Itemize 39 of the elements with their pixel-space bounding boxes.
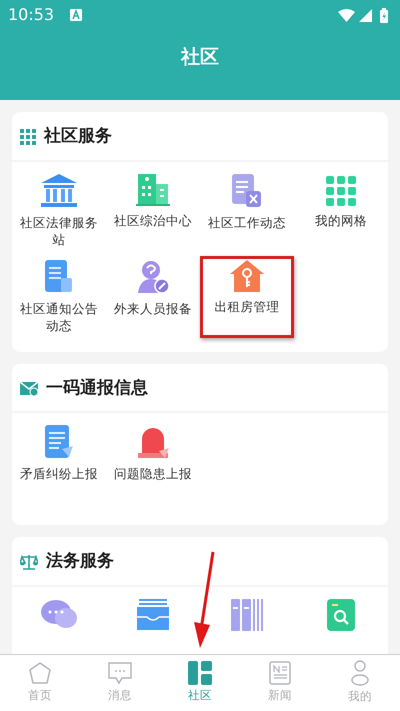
service-tile[interactable]: 矛盾纠纷上报: [12, 421, 106, 511]
service-tile[interactable]: 社区工作动态: [200, 170, 294, 252]
user-question-icon: [136, 260, 170, 294]
service-tile[interactable]: 出租房管理: [200, 256, 294, 338]
section-title: 社区服务: [44, 125, 112, 148]
building-icon: [136, 174, 170, 206]
page-title: 社区: [180, 45, 220, 70]
document-icon: [44, 425, 74, 459]
news-icon: [269, 661, 291, 686]
message-icon: [107, 661, 133, 686]
scale-icon: [20, 554, 38, 570]
tray-icon[interactable]: [136, 598, 170, 630]
section-title: 一码通报信息: [46, 376, 148, 400]
bank-icon: [40, 174, 78, 208]
service-tile[interactable]: 我的网格: [294, 170, 388, 252]
grid-icon: [20, 128, 36, 145]
binders-icon[interactable]: [231, 598, 263, 630]
magnifier-icon[interactable]: [327, 598, 355, 630]
grid-icon: [326, 174, 356, 206]
signal-icon: [359, 8, 372, 22]
document-icon: [45, 260, 73, 294]
envelope-icon: [20, 380, 38, 396]
house-key-icon: [230, 260, 264, 292]
chat-bubble-icon[interactable]: [40, 598, 78, 630]
home-icon: [28, 661, 52, 686]
user-icon: [351, 660, 369, 686]
battery-icon: [380, 8, 388, 22]
service-tile[interactable]: 社区综治中心: [106, 170, 200, 252]
section-title: 法务服务: [46, 550, 114, 573]
status-time: 10:53: [8, 4, 54, 26]
service-tile[interactable]: 问题隐患上报: [106, 421, 200, 511]
wifi-icon: [338, 8, 355, 22]
service-tile[interactable]: 社区法律服务站: [12, 170, 106, 252]
service-tile[interactable]: 社区通知公告动态: [12, 256, 106, 338]
community-icon: [188, 661, 212, 686]
document-icon: [232, 174, 262, 208]
alarm-light-icon: [136, 425, 170, 459]
notification-icon: [70, 9, 82, 21]
service-tile[interactable]: 外来人员报备: [106, 256, 200, 338]
